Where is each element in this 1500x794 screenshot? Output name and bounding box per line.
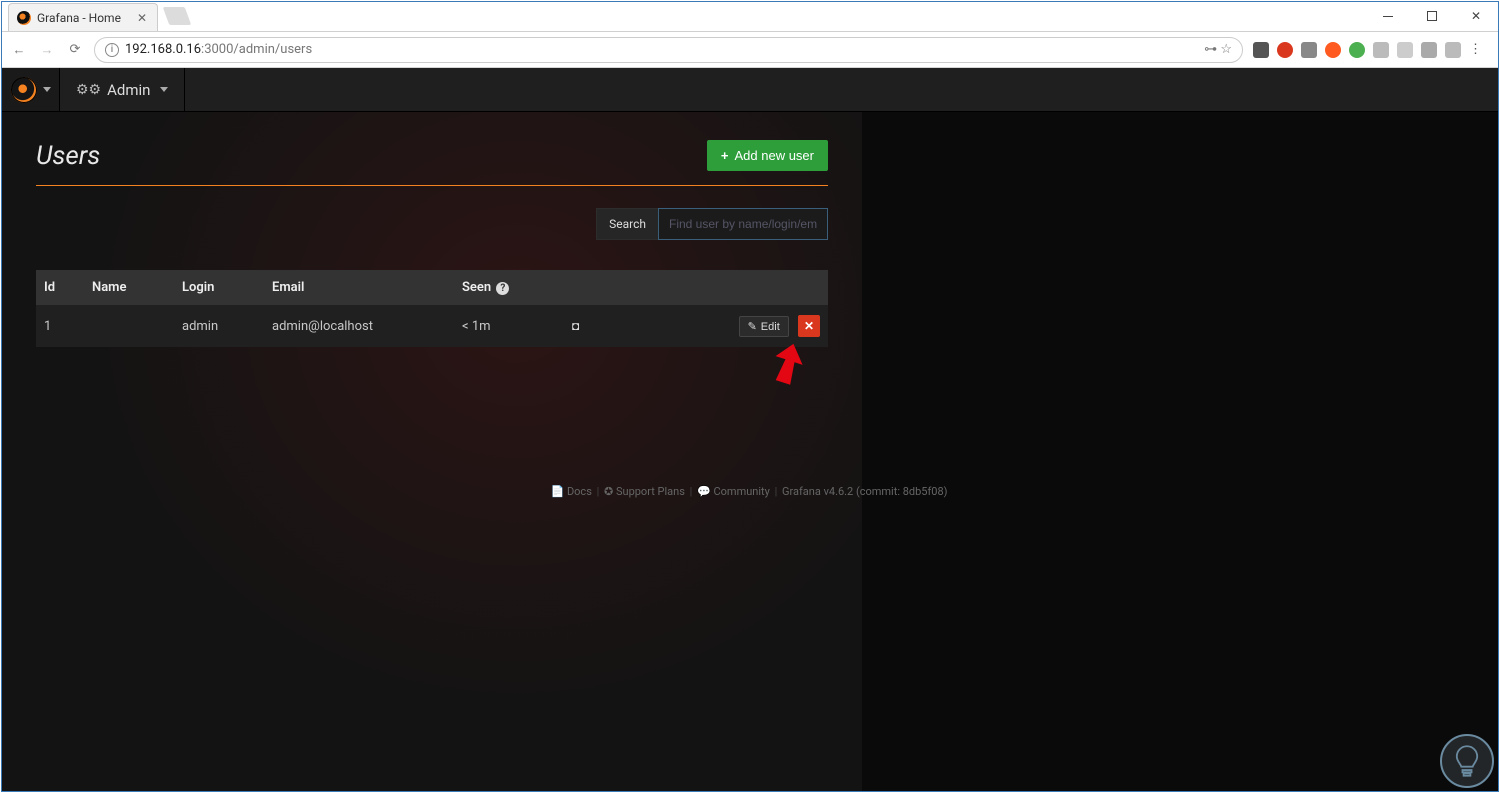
nav-admin-menu[interactable]: ⚙⚙ Admin <box>60 68 185 111</box>
col-id: Id <box>36 270 84 305</box>
ext-icon[interactable] <box>1421 42 1437 58</box>
cell-login: admin <box>174 305 264 347</box>
grafana-logo-icon <box>11 77 37 103</box>
cell-email: admin@localhost <box>264 305 454 347</box>
ext-icon[interactable] <box>1349 42 1365 58</box>
window-minimize-button[interactable] <box>1366 2 1410 30</box>
col-admin-flag <box>564 270 624 305</box>
nav-admin-label: Admin <box>107 81 150 99</box>
ext-abp-icon[interactable] <box>1277 42 1293 58</box>
browser-menu-button[interactable]: ⋮ <box>1469 42 1484 58</box>
col-actions <box>624 270 828 305</box>
nav-reload-button[interactable]: ⟳ <box>66 42 84 57</box>
ext-icon[interactable] <box>1301 42 1317 58</box>
edit-user-button[interactable]: ✎ Edit <box>739 316 789 337</box>
nav-back-button[interactable]: ← <box>10 42 28 58</box>
window-controls: ✕ <box>1366 2 1498 30</box>
table-row[interactable]: 1 admin admin@localhost < 1m ◘ ✎ Edit <box>36 305 828 347</box>
annotation-arrow-icon <box>768 341 806 386</box>
user-search-input[interactable] <box>658 208 828 240</box>
help-icon[interactable]: ? <box>496 282 509 295</box>
ext-icon[interactable] <box>1253 42 1269 58</box>
footer-docs-link[interactable]: 📄 Docs <box>551 485 592 498</box>
gears-icon: ⚙⚙ <box>76 82 101 98</box>
ext-icon[interactable] <box>1373 42 1389 58</box>
edit-icon: ✎ <box>748 320 757 333</box>
cell-admin-flag: ◘ <box>564 305 624 347</box>
col-seen: Seen ? <box>454 270 564 305</box>
url-path: :3000/admin/users <box>201 42 312 57</box>
footer-support-link[interactable]: ✪ Support Plans <box>604 485 685 498</box>
grafana-favicon-icon <box>17 11 31 25</box>
address-bar[interactable]: i 192.168.0.16:3000/admin/users ⊶ ☆ <box>94 37 1243 63</box>
new-tab-button[interactable] <box>163 7 192 25</box>
users-table: Id Name Login Email Seen ? <box>36 270 828 347</box>
browser-titlebar: Grafana - Home ✕ ✕ <box>2 2 1498 32</box>
browser-toolbar: ← → ⟳ i 192.168.0.16:3000/admin/users ⊶ … <box>2 32 1498 68</box>
window-maximize-button[interactable] <box>1410 2 1454 30</box>
extension-icons: ⋮ <box>1253 42 1490 58</box>
tab-title: Grafana - Home <box>37 11 121 25</box>
footer-version: Grafana v4.6.2 (commit: 8db5f08) <box>782 485 948 498</box>
cell-name <box>84 305 174 347</box>
shield-icon: ◘ <box>572 319 579 333</box>
ext-icon[interactable] <box>1445 42 1461 58</box>
add-button-label: Add new user <box>735 148 815 163</box>
watermark-lightbulb-icon <box>1440 734 1494 788</box>
tab-close-icon[interactable]: ✕ <box>137 11 147 25</box>
footer: 📄 Docs | ✪ Support Plans | 💬 Community |… <box>0 477 1498 506</box>
plus-icon: + <box>721 148 729 163</box>
nav-forward-button[interactable]: → <box>38 42 56 58</box>
url-host: 192.168.0.16 <box>125 42 201 57</box>
window-close-button[interactable]: ✕ <box>1454 2 1498 30</box>
grafana-brand-menu[interactable] <box>2 68 60 111</box>
col-email: Email <box>264 270 454 305</box>
col-name: Name <box>84 270 174 305</box>
browser-tab[interactable]: Grafana - Home ✕ <box>8 3 158 31</box>
chevron-down-icon <box>160 87 168 92</box>
delete-user-button[interactable]: ✕ <box>798 315 820 337</box>
add-new-user-button[interactable]: + Add new user <box>707 140 828 171</box>
chevron-down-icon <box>43 87 51 92</box>
search-label: Search <box>596 208 658 240</box>
cell-seen: < 1m <box>454 305 564 347</box>
empty-area <box>862 112 1498 791</box>
grafana-top-nav: ⚙⚙ Admin <box>2 68 1498 112</box>
ext-icon[interactable] <box>1325 42 1341 58</box>
site-info-icon[interactable]: i <box>105 43 119 57</box>
key-icon[interactable]: ⊶ ☆ <box>1204 42 1232 57</box>
close-icon: ✕ <box>804 319 814 333</box>
page-title: Users <box>36 141 100 171</box>
cell-id: 1 <box>36 305 84 347</box>
col-login: Login <box>174 270 264 305</box>
ext-icon[interactable] <box>1397 42 1413 58</box>
footer-community-link[interactable]: 💬 Community <box>697 485 770 498</box>
